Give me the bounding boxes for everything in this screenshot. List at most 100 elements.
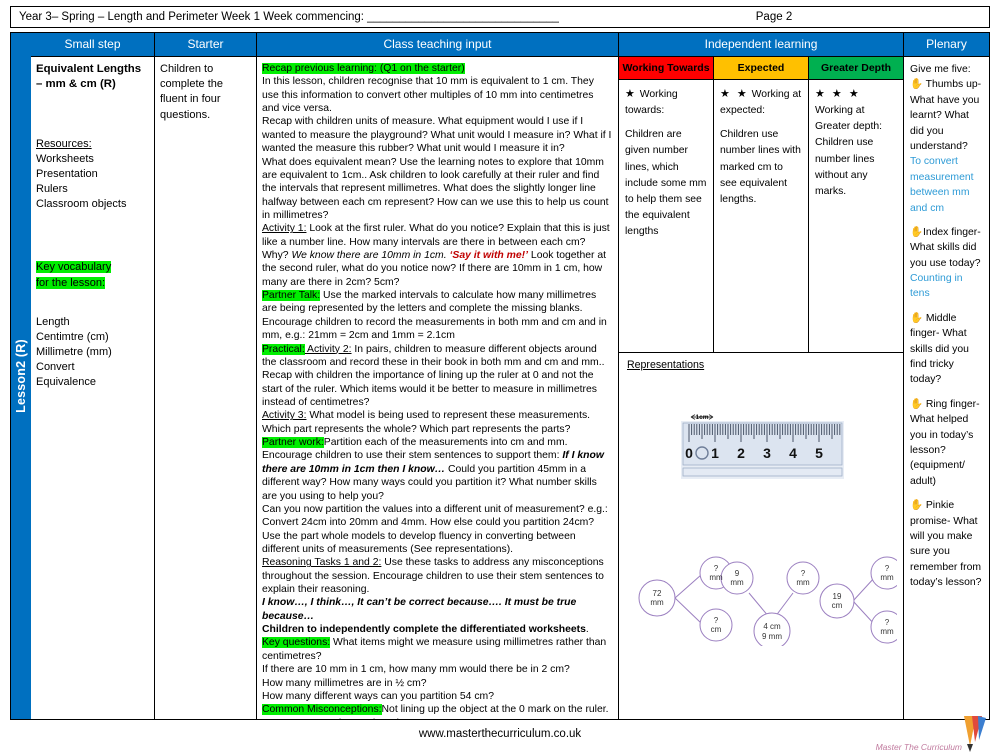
star-rating-icon: ★ ★ ★ (815, 88, 861, 100)
pw-part: ? (714, 564, 719, 573)
lesson-table: Lesson2 (R) Small step Equivalent Length… (10, 32, 990, 720)
vocab-item: Equivalence (36, 376, 96, 389)
partner-work-label: Partner work: (262, 437, 324, 449)
hand-icon: ✋ (910, 500, 923, 512)
activity3-label: Activity 3: (262, 410, 307, 422)
brand-wordmark: Master The Curriculum (875, 742, 962, 752)
independent-worksheets-note: Children to independently complete the d… (262, 624, 586, 636)
pw-whole: 72 (653, 589, 662, 598)
activity1-label: Activity 1: (262, 223, 307, 235)
plenary-item-pinkie-promise: ✋ Pinkie promise- What will you make sur… (910, 498, 983, 590)
key-question: How many millimetres are in ½ cm? (262, 677, 427, 689)
band-expected: Expected ★ ★ Working at expected: Childr… (714, 57, 809, 352)
column-header-small-step: Small step (31, 33, 154, 57)
ruler-svg: 0 1 2 3 4 5 1cm (681, 414, 844, 479)
differentiation-bands: Working Towards ★ Working towards: Child… (619, 57, 903, 353)
misconceptions-label: Common Misconceptions: (262, 704, 382, 716)
hand-icon: ✋ (910, 398, 923, 410)
pw-whole-unit: cm (832, 601, 843, 610)
plenary-item-text: Ring finger- What helped you in today’s … (910, 398, 980, 487)
vocab-item: Convert (36, 361, 75, 374)
teaching-paragraph: In this lesson, children recognise that … (262, 76, 594, 115)
document-header: Year 3– Spring – Length and Perimeter We… (10, 6, 990, 28)
pw-part: ? (714, 616, 719, 625)
pw-whole-2: 9 mm (762, 632, 782, 641)
pw-part-unit: mm (880, 627, 894, 636)
activity2-label: Activity 2: (304, 343, 352, 355)
plenary-item-answer: Counting in tens (910, 273, 963, 300)
sentence-period: . (585, 624, 589, 636)
plenary-intro: Give me five: (910, 64, 971, 75)
ruler-number: 2 (737, 445, 745, 461)
page-number-label: Page 2 (755, 11, 793, 23)
lesson-plan-page: Year 3– Spring – Length and Perimeter We… (0, 0, 1000, 752)
lesson-spine-label: Lesson2 (R) (14, 339, 28, 413)
key-question: If there are 10 mm in 1 cm, how many mm … (262, 664, 570, 676)
band-description: Children are given number lines, which i… (625, 129, 707, 237)
vocab-item: Centimtre (cm) (36, 330, 109, 343)
document-title: Year 3– Spring – Length and Perimeter We… (19, 11, 559, 23)
band-body-working-towards: ★ Working towards: Children are given nu… (619, 80, 713, 246)
ruler-number: 1 (711, 445, 719, 461)
partner-talk-label: Partner Talk: (262, 290, 321, 302)
practical-label: Practical: (262, 343, 305, 355)
pw-part: ? (801, 569, 806, 578)
resource-item: Presentation (36, 167, 98, 180)
footer-url: www.masterthecurriculum.co.uk (418, 728, 582, 740)
teaching-paragraph: Recap with children units of measure. Wh… (262, 116, 612, 155)
small-step-body: Equivalent Lengths – mm & cm (R) Resourc… (31, 57, 154, 719)
column-plenary: Plenary Give me five: ✋ Thumbs up- What … (904, 32, 990, 720)
pw-whole: 19 (833, 592, 842, 601)
stem-sentences: I know…, I think…, It can’t be correct b… (262, 597, 577, 622)
ruler-number: 3 (763, 445, 771, 461)
activity3-text: What model is being used to represent th… (262, 410, 591, 435)
vocab-item: Millimetre (mm) (36, 346, 112, 359)
teaching-input-body: Recap previous learning: (Q1 on the star… (257, 57, 618, 719)
representations-label: Representations (627, 359, 705, 371)
pw-part-unit: mm (709, 573, 723, 582)
column-small-step: Small step Equivalent Lengths – mm & cm … (31, 32, 155, 720)
column-header-plenary: Plenary (904, 33, 989, 57)
teaching-paragraph: Can you now partition the values into a … (262, 503, 608, 555)
activity1-italic: We know there are 10mm in 1cm. (291, 250, 447, 262)
plenary-item-ring-finger: ✋ Ring finger- What helped you in today’… (910, 397, 983, 489)
key-question: How many different ways can you partitio… (262, 690, 494, 702)
column-class-teaching-input: Class teaching input Recap previous lear… (257, 32, 619, 720)
band-body-expected: ★ ★ Working at expected: Children use nu… (714, 80, 808, 214)
pw-whole-unit: mm (650, 598, 664, 607)
column-header-starter: Starter (155, 33, 256, 57)
key-questions-label: Key questions: (262, 637, 331, 649)
recap-heading: Recap previous learning: (Q1 on the star… (262, 63, 465, 74)
plenary-item-thumbs-up: ✋ Thumbs up- What have you learnt? What … (910, 77, 983, 216)
key-vocabulary-label-2: for the lesson: (36, 276, 106, 289)
ruler-number: 0 (685, 445, 693, 461)
plenary-item-answer: To convert measurement between mm and cm (910, 156, 974, 214)
band-header-expected: Expected (714, 57, 808, 80)
pw-part-unit: mm (796, 578, 810, 587)
reasoning-label: Reasoning Tasks 1 and 2: (262, 557, 382, 569)
key-vocabulary-label: Key vocabulary (36, 261, 112, 274)
band-description: Children use number lines with marked cm… (720, 129, 801, 205)
column-independent-learning: Independent learning Working Towards ★ W… (619, 32, 904, 720)
pw-part: ? (885, 564, 890, 573)
pw-part-unit: mm (730, 578, 744, 587)
hand-icon: ✋ (910, 312, 923, 324)
resource-item: Worksheets (36, 152, 94, 165)
hand-icon: ✋ (910, 79, 923, 91)
pw-part-unit: mm (880, 573, 894, 582)
star-rating-icon: ★ (625, 88, 637, 100)
band-greater-depth: Greater Depth ★ ★ ★ Working at Greater d… (809, 57, 903, 352)
band-body-greater-depth: ★ ★ ★ Working at Greater depth: Children… (809, 80, 903, 206)
pw-part: ? (885, 618, 890, 627)
column-header-independent-learning: Independent learning (619, 33, 903, 57)
band-header-greater-depth: Greater Depth (809, 57, 903, 80)
independent-learning-body: Working Towards ★ Working towards: Child… (619, 57, 904, 719)
ruler-diagram: 0 1 2 3 4 5 1cm (681, 411, 844, 479)
plenary-body: Give me five: ✋ Thumbs up- What have you… (904, 57, 989, 719)
small-step-title: Equivalent Lengths – mm & cm (R) (36, 63, 142, 91)
column-header-class-teaching-input: Class teaching input (257, 33, 618, 57)
ruler-number: 4 (789, 445, 797, 461)
band-working-towards: Working Towards ★ Working towards: Child… (619, 57, 714, 352)
resources-label: Resources: (36, 137, 92, 150)
vocab-item: Length (36, 315, 70, 328)
